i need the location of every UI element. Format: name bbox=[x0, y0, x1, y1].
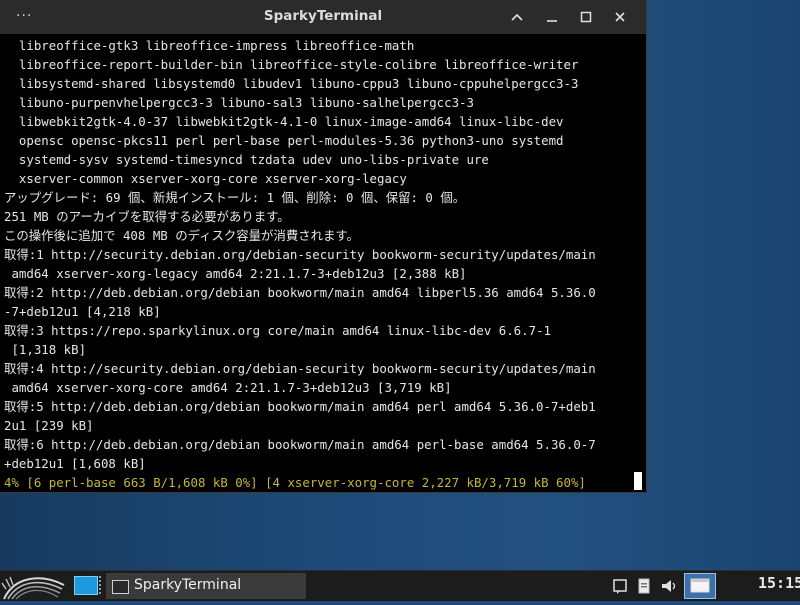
output-line: 251 MB のアーカイブを取得する必要があります。 bbox=[4, 209, 290, 224]
separator bbox=[99, 576, 105, 594]
volume-icon[interactable] bbox=[660, 577, 678, 595]
clock: 15:15 bbox=[758, 574, 800, 592]
terminal-window: ··· SparkyTerminal libreoffice-gtk3 libr… bbox=[0, 0, 646, 492]
taskbar: SparkyTerminal 15:15 bbox=[0, 570, 800, 601]
workspace-icon[interactable] bbox=[684, 573, 716, 599]
terminal-window-icon bbox=[112, 580, 129, 594]
output-line: [1,318 kB] bbox=[4, 342, 87, 357]
download-progress-line: 4% [6 perl-base 663 B/1,608 kB 0%] [4 xs… bbox=[4, 475, 586, 490]
output-line: xserver-common xserver-xorg-core xserver… bbox=[4, 171, 407, 186]
output-line: 取得:5 http://deb.debian.org/debian bookwo… bbox=[4, 399, 596, 414]
notes-icon[interactable] bbox=[612, 577, 628, 595]
minimize-icon[interactable] bbox=[543, 8, 561, 26]
output-line: 2u1 [239 kB] bbox=[4, 418, 94, 433]
output-line: この操作後に追加で 408 MB のディスク容量が消費されます。 bbox=[4, 228, 359, 243]
output-line: 取得:2 http://deb.debian.org/debian bookwo… bbox=[4, 285, 596, 300]
sparky-logo-icon[interactable] bbox=[0, 571, 68, 601]
show-desktop-icon[interactable] bbox=[74, 576, 98, 595]
output-line: amd64 xserver-xorg-core amd64 2:21.1.7-3… bbox=[4, 380, 452, 395]
output-line: libsystemd-shared libsystemd0 libudev1 l… bbox=[4, 76, 579, 91]
clipboard-icon[interactable] bbox=[636, 577, 652, 595]
title-bar[interactable]: ··· SparkyTerminal bbox=[0, 0, 646, 34]
task-label: SparkyTerminal bbox=[134, 577, 242, 593]
output-line: amd64 xserver-xorg-legacy amd64 2:21.1.7… bbox=[4, 266, 467, 281]
terminal-output[interactable]: libreoffice-gtk3 libreoffice-impress lib… bbox=[0, 36, 650, 492]
output-line: libreoffice-gtk3 libreoffice-impress lib… bbox=[4, 38, 415, 53]
taskbar-item-sparkyterminal[interactable]: SparkyTerminal bbox=[106, 573, 306, 599]
output-line: 取得:3 https://repo.sparkylinux.org core/m… bbox=[4, 323, 551, 338]
text-cursor bbox=[634, 472, 642, 490]
chevron-up-icon[interactable] bbox=[508, 8, 526, 26]
output-line: 取得:6 http://deb.debian.org/debian bookwo… bbox=[4, 437, 596, 452]
close-icon[interactable] bbox=[611, 8, 629, 26]
maximize-icon[interactable] bbox=[577, 8, 595, 26]
output-line: opensc opensc-pkcs11 perl perl-base perl… bbox=[4, 133, 564, 148]
output-line: -7+deb12u1 [4,218 kB] bbox=[4, 304, 161, 319]
output-line: libreoffice-report-builder-bin libreoffi… bbox=[4, 57, 579, 72]
output-line: +deb12u1 [1,608 kB] bbox=[4, 456, 146, 471]
output-line: アップグレード: 69 個、新規インストール: 1 個、削除: 0 個、保留: … bbox=[4, 190, 466, 205]
output-line: systemd-sysv systemd-timesyncd tzdata ud… bbox=[4, 152, 489, 167]
output-line: 取得:1 http://security.debian.org/debian-s… bbox=[4, 247, 596, 262]
output-line: libwebkit2gtk-4.0-37 libwebkit2gtk-4.1-0… bbox=[4, 114, 564, 129]
output-line: libuno-purpenvhelpergcc3-3 libuno-sal3 l… bbox=[4, 95, 474, 110]
output-line: 取得:4 http://security.debian.org/debian-s… bbox=[4, 361, 596, 376]
